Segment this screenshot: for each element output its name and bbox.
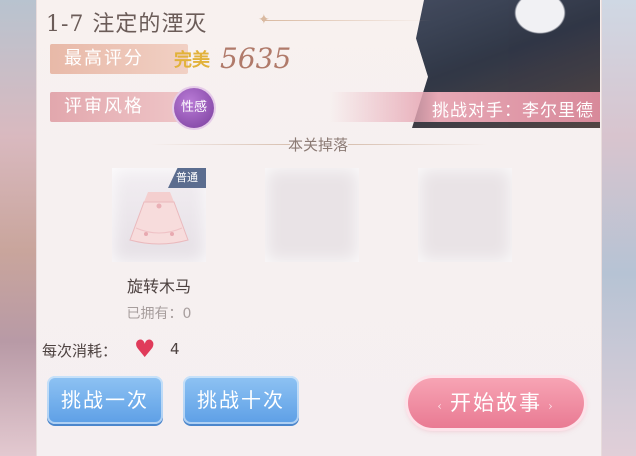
start-story-label: 开始故事 <box>450 391 542 415</box>
right-chevron-icon: › <box>548 399 555 413</box>
section-divider-right <box>348 144 488 145</box>
challenge-once-button[interactable]: 挑战一次 <box>47 376 163 424</box>
challenge-ten-button[interactable]: 挑战十次 <box>183 376 299 424</box>
drop-slot-2[interactable] <box>265 168 359 262</box>
skirt-icon <box>129 192 189 245</box>
score-value: 5635 <box>220 42 292 75</box>
drop-slot-1[interactable]: 普通 <box>112 168 206 262</box>
drops-title: 本关掉落 <box>287 136 348 154</box>
stage-title: 1-7 注定的湮灭 <box>46 12 208 37</box>
score-label: 最高评分 <box>50 44 188 74</box>
opponent-text: 挑战对手：李尔里德 <box>432 101 594 121</box>
start-story-button[interactable]: ‹ 开始故事 › <box>408 378 584 428</box>
score-rating: 完美 <box>174 50 210 71</box>
drop-item-name: 旋转木马 <box>126 277 191 296</box>
cost-value: 4 <box>170 340 180 358</box>
style-badge: 性感 <box>174 88 214 128</box>
style-label: 评审风格 <box>50 92 188 122</box>
scenery-right <box>600 0 636 456</box>
drop-item-owned: 已拥有：0 <box>126 306 192 322</box>
heart-icon: ♥ <box>134 335 156 363</box>
scenery-left <box>0 0 36 456</box>
cost-label: 每次消耗： <box>42 342 118 360</box>
drop-slot-3[interactable] <box>418 168 512 262</box>
title-divider <box>262 20 432 21</box>
quality-badge: 普通 <box>168 168 206 188</box>
left-chevron-icon: ‹ <box>437 399 444 413</box>
